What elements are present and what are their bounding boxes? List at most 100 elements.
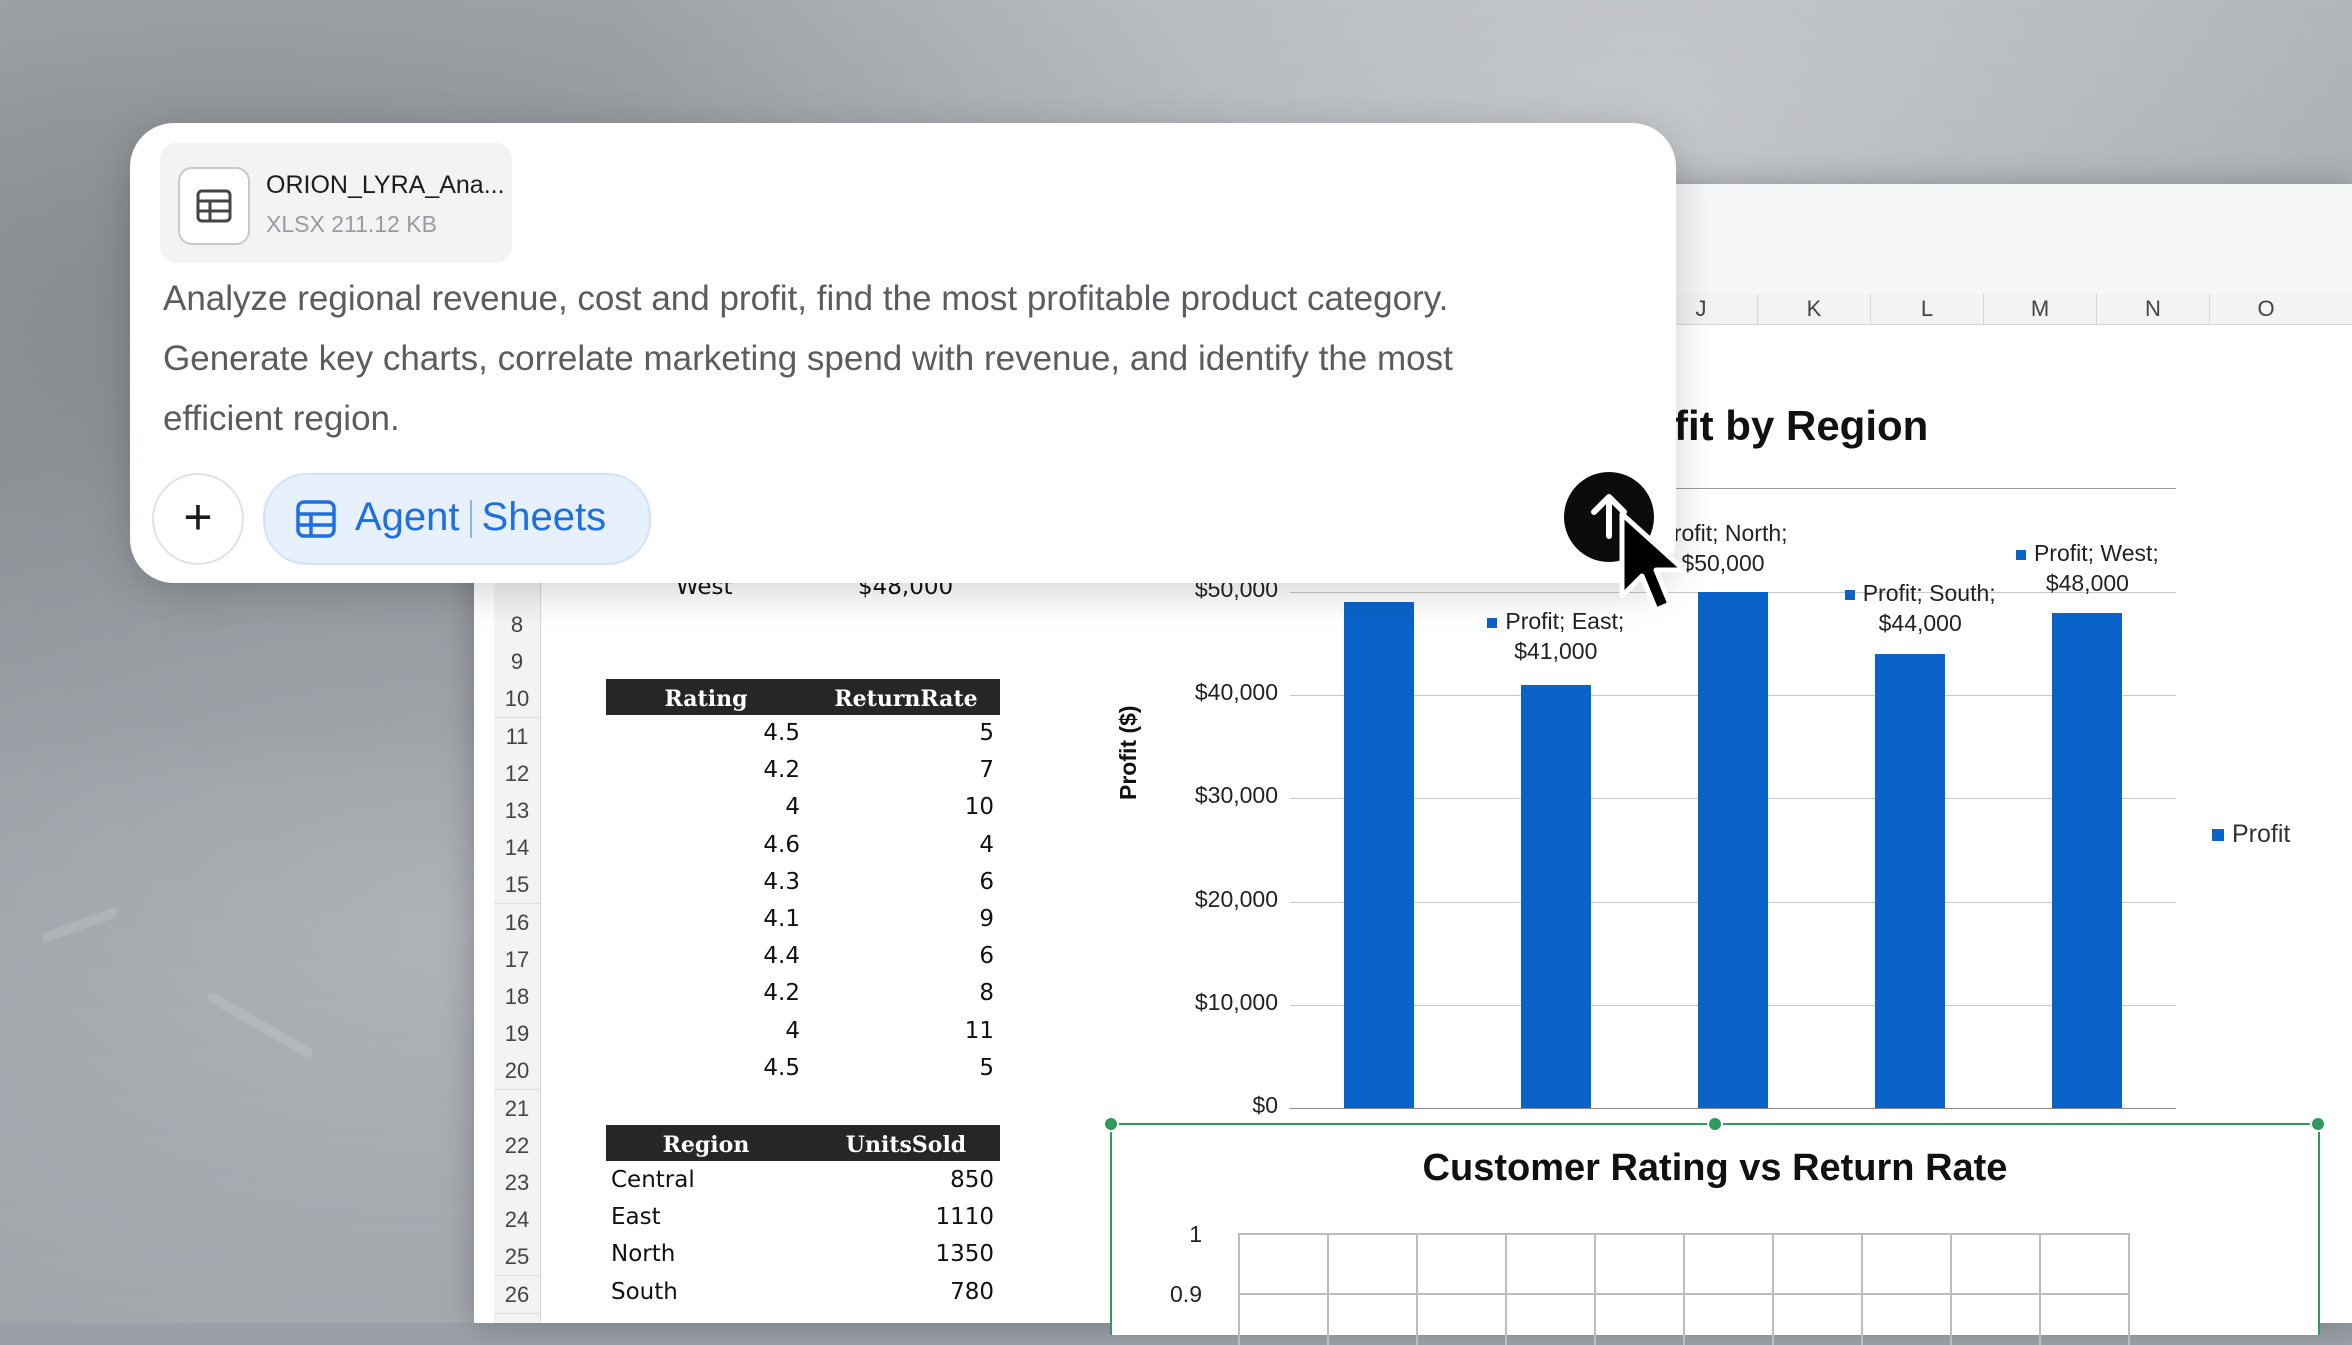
prompt-input[interactable]: Analyze regional revenue, cost and profi… bbox=[163, 269, 1633, 449]
cell-rating[interactable]: 4.2 bbox=[606, 980, 800, 1006]
resize-handle-top[interactable] bbox=[1707, 1116, 1723, 1132]
cell-returnrate[interactable]: 5 bbox=[806, 720, 994, 746]
row-number[interactable]: 25 bbox=[494, 1238, 540, 1277]
prompt-text-line: Generate key charts, correlate marketing… bbox=[163, 339, 1453, 378]
scatter-gridline-horizontal bbox=[1238, 1233, 2130, 1235]
legend-label: Profit bbox=[2232, 820, 2291, 848]
column-header-n[interactable]: N bbox=[2096, 294, 2209, 324]
scatter-chart[interactable]: Customer Rating vs Return Rate 1 0.9 bbox=[1110, 1123, 2320, 1345]
cell-returnrate[interactable]: 6 bbox=[806, 869, 994, 895]
row-number[interactable]: 23 bbox=[494, 1164, 540, 1202]
chart-data-label: Profit; West; $48,000 bbox=[1987, 538, 2187, 598]
scatter-gridline-vertical bbox=[1594, 1233, 1596, 1345]
row-number[interactable]: 19 bbox=[494, 1015, 540, 1054]
spreadsheet-file-icon bbox=[178, 167, 250, 245]
header-returnrate[interactable]: ReturnRate bbox=[806, 679, 1006, 719]
chart-title: fit by Region bbox=[1674, 402, 1929, 449]
resize-handle-left[interactable] bbox=[1103, 1116, 1119, 1132]
cell-rating[interactable]: 4.4 bbox=[606, 943, 800, 969]
scatter-gridline-vertical bbox=[1327, 1233, 1329, 1345]
cell-rating[interactable]: 4 bbox=[606, 794, 800, 820]
chart-y-tick-label: $30,000 bbox=[1194, 782, 1278, 809]
cell-rating[interactable]: 4 bbox=[606, 1018, 800, 1044]
row-number[interactable]: 11 bbox=[494, 717, 540, 756]
cell-rating[interactable]: 4.5 bbox=[606, 1055, 800, 1081]
scatter-gridline-vertical bbox=[1683, 1233, 1685, 1345]
file-name: ORION_LYRA_Ana... bbox=[266, 171, 505, 199]
scatter-y-tick: 0.9 bbox=[1170, 1281, 1202, 1307]
data-label-swatch bbox=[1844, 589, 1855, 600]
header-rating[interactable]: Rating bbox=[606, 679, 806, 719]
cell-region[interactable]: South bbox=[611, 1279, 678, 1305]
chart-bar-north[interactable] bbox=[1698, 592, 1768, 1108]
column-header-o[interactable]: O bbox=[2209, 294, 2322, 324]
row-number[interactable]: 8 bbox=[494, 606, 540, 644]
cell-rating[interactable]: 4.6 bbox=[606, 832, 800, 858]
chart-x-axis bbox=[1290, 1108, 2176, 1109]
cell-unitssold[interactable]: 780 bbox=[806, 1279, 994, 1305]
chart-y-tick-label: $0 bbox=[1252, 1092, 1278, 1118]
row-number[interactable]: 10 bbox=[494, 680, 540, 719]
row-number[interactable]: 18 bbox=[494, 978, 540, 1016]
cell-region[interactable]: North bbox=[611, 1241, 675, 1267]
scatter-chart-title: Customer Rating vs Return Rate bbox=[1422, 1147, 2008, 1189]
row-number[interactable]: 26 bbox=[494, 1275, 540, 1314]
row-number[interactable]: 24 bbox=[494, 1201, 540, 1240]
chart-data-label-value: $41,000 bbox=[1514, 638, 1598, 664]
cell-returnrate[interactable]: 7 bbox=[806, 757, 994, 783]
row-number[interactable]: 16 bbox=[494, 903, 540, 942]
scatter-gridline-vertical bbox=[1861, 1233, 1863, 1345]
row-number[interactable]: 22 bbox=[494, 1126, 540, 1165]
chart-bar-central[interactable] bbox=[1343, 602, 1414, 1108]
cell-returnrate[interactable]: 10 bbox=[806, 794, 994, 820]
column-header-k[interactable]: K bbox=[1757, 294, 1870, 324]
cell-unitssold[interactable]: 1350 bbox=[806, 1241, 994, 1267]
header-unitssold[interactable]: UnitsSold bbox=[806, 1125, 1006, 1165]
cell-returnrate[interactable]: 11 bbox=[806, 1018, 994, 1044]
resize-handle-right[interactable] bbox=[2310, 1116, 2326, 1132]
chart-y-tick-label: $20,000 bbox=[1194, 885, 1278, 912]
cell-unitssold[interactable]: 850 bbox=[806, 1167, 994, 1193]
cell-returnrate[interactable]: 8 bbox=[806, 980, 994, 1006]
chart-bar-south[interactable] bbox=[1875, 653, 1946, 1108]
scatter-gridline-vertical bbox=[1238, 1233, 1240, 1345]
row-number[interactable]: 15 bbox=[494, 866, 540, 905]
add-attachment-button[interactable]: + bbox=[152, 473, 244, 565]
cell-returnrate[interactable]: 9 bbox=[806, 906, 994, 932]
column-header-l[interactable]: L bbox=[1870, 294, 1983, 324]
agent-mode-button[interactable]: Agent Sheets bbox=[263, 473, 651, 565]
cell-rating[interactable]: 4.1 bbox=[606, 906, 800, 932]
cell-rating[interactable]: 4.2 bbox=[606, 757, 800, 783]
chart-y-tick-label: $40,000 bbox=[1194, 679, 1278, 706]
scatter-gridline-vertical bbox=[1772, 1233, 1774, 1345]
row-number[interactable]: 13 bbox=[494, 792, 540, 830]
legend-swatch bbox=[2212, 829, 2224, 842]
cell-region[interactable]: Central bbox=[611, 1167, 695, 1193]
prompt-card: ORION_LYRA_Ana... XLSX 211.12 KB Analyze… bbox=[130, 123, 1676, 583]
row-number[interactable]: 9 bbox=[494, 643, 540, 682]
chart-bar-east[interactable] bbox=[1520, 684, 1591, 1108]
cell-returnrate[interactable]: 6 bbox=[806, 943, 994, 969]
cell-returnrate[interactable]: 4 bbox=[806, 832, 994, 858]
scatter-gridline-vertical bbox=[2128, 1233, 2130, 1345]
row-number[interactable]: 17 bbox=[494, 940, 540, 979]
row-number[interactable]: 21 bbox=[494, 1089, 540, 1128]
cell-rating[interactable]: 4.5 bbox=[606, 720, 800, 746]
column-header-m[interactable]: M bbox=[1983, 294, 2096, 324]
header-region[interactable]: Region bbox=[606, 1125, 806, 1165]
chart-bar-west[interactable] bbox=[2052, 612, 2123, 1108]
prompt-text-line: Analyze regional revenue, cost and profi… bbox=[163, 279, 1449, 318]
row-number[interactable]: 12 bbox=[494, 754, 540, 793]
sheets-label: Sheets bbox=[481, 495, 607, 539]
chart-y-axis-label: Profit ($) bbox=[1115, 705, 1141, 800]
chart-data-label-value: $44,000 bbox=[1878, 610, 1962, 636]
scatter-gridline-horizontal bbox=[1238, 1293, 2130, 1295]
row-number[interactable]: 20 bbox=[494, 1052, 540, 1091]
cell-rating[interactable]: 4.3 bbox=[606, 869, 800, 895]
cell-region[interactable]: East bbox=[611, 1204, 661, 1230]
chart-y-tick-label: $10,000 bbox=[1194, 988, 1278, 1015]
row-number[interactable]: 14 bbox=[494, 829, 540, 868]
cell-returnrate[interactable]: 5 bbox=[806, 1055, 994, 1081]
cell-unitssold[interactable]: 1110 bbox=[806, 1204, 994, 1230]
attached-file-chip[interactable]: ORION_LYRA_Ana... XLSX 211.12 KB bbox=[160, 143, 512, 263]
